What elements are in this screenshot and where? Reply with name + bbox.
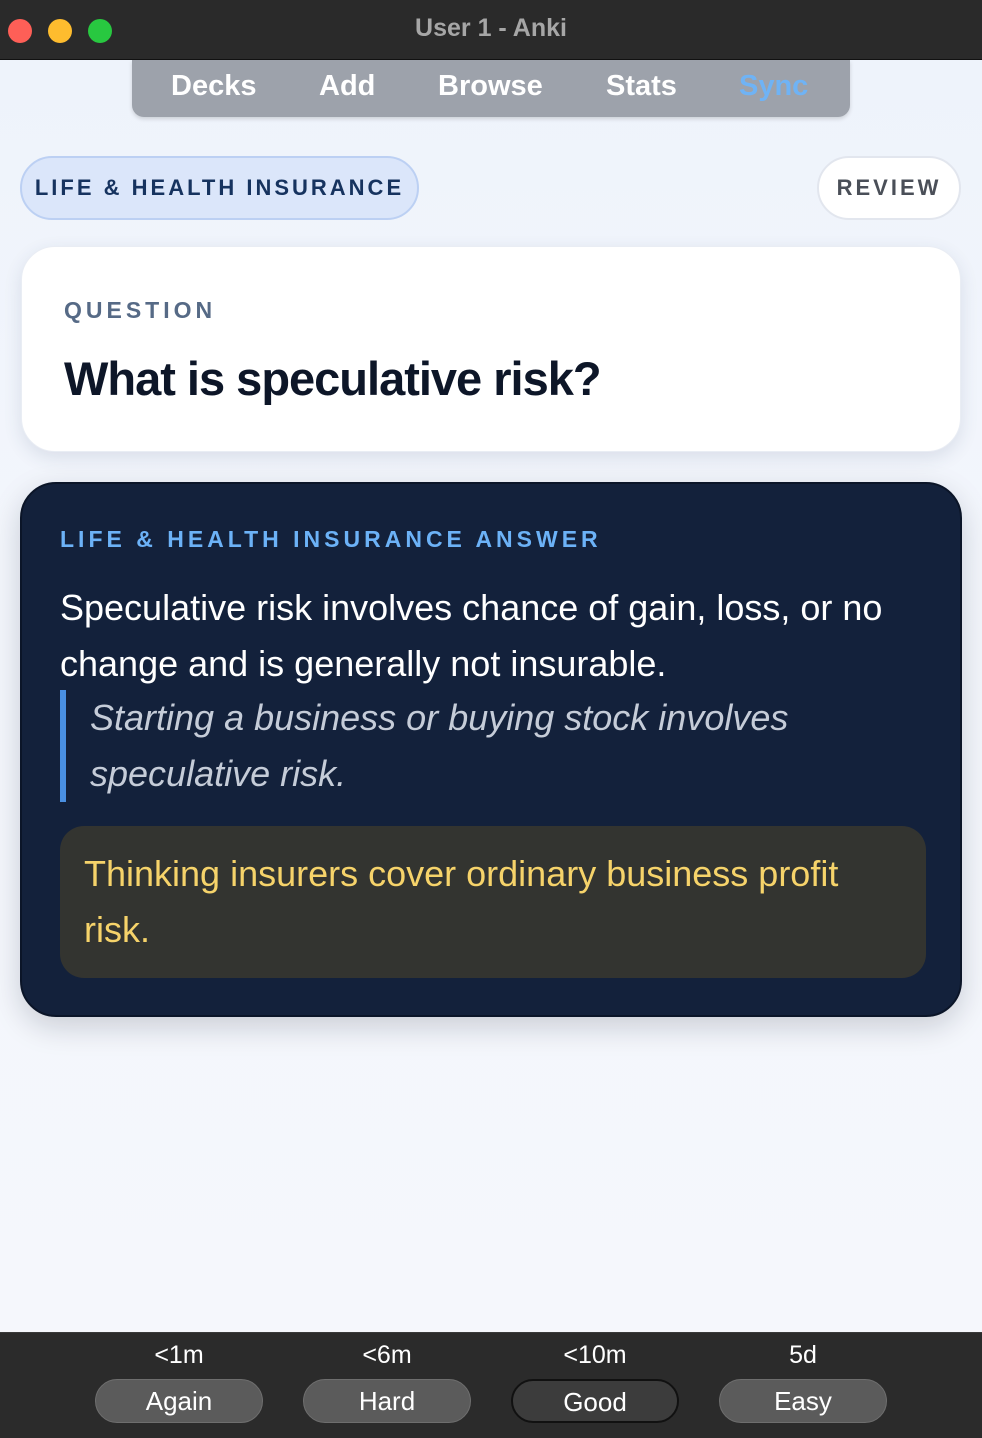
ease-good: <10m Good xyxy=(510,1341,680,1423)
title-bar: User 1 - Anki xyxy=(0,0,982,60)
ease-again: <1m Again xyxy=(94,1341,264,1423)
deck-name-pill: LIFE & HEALTH INSURANCE xyxy=(20,156,419,220)
answer-label: LIFE & HEALTH INSURANCE ANSWER xyxy=(60,526,602,552)
menu-browse[interactable]: Browse xyxy=(438,70,543,103)
good-interval: <10m xyxy=(563,1341,627,1369)
question-card: QUESTION What is speculative risk? xyxy=(21,246,961,452)
answer-card: LIFE & HEALTH INSURANCE ANSWER Speculati… xyxy=(20,482,962,1017)
menu-sync[interactable]: Sync xyxy=(739,70,808,103)
easy-interval: 5d xyxy=(789,1341,817,1369)
again-interval: <1m xyxy=(154,1341,204,1369)
window-title: User 1 - Anki xyxy=(415,14,567,42)
ease-easy: 5d Easy xyxy=(718,1341,888,1423)
easy-button[interactable]: Easy xyxy=(719,1379,887,1423)
review-content: Decks Add Browse Stats Sync LIFE & HEALT… xyxy=(0,60,982,1332)
review-pill: REVIEW xyxy=(817,156,961,220)
answer-pitfall: Thinking insurers cover ordinary busines… xyxy=(60,826,926,978)
menu-stats[interactable]: Stats xyxy=(606,70,677,103)
answer-text: Speculative risk involves chance of gain… xyxy=(60,587,883,684)
again-button[interactable]: Again xyxy=(95,1379,263,1423)
hard-button[interactable]: Hard xyxy=(303,1379,471,1423)
top-menu: Decks Add Browse Stats Sync xyxy=(132,60,850,117)
question-label: QUESTION xyxy=(64,297,217,323)
good-button[interactable]: Good xyxy=(511,1379,679,1423)
answer-example: Starting a business or buying stock invo… xyxy=(60,690,920,802)
hard-interval: <6m xyxy=(362,1341,412,1369)
answer-buttons-bar: <1m Again <6m Hard <10m Good 5d Easy xyxy=(0,1332,982,1438)
menu-decks[interactable]: Decks xyxy=(171,70,256,103)
question-text: What is speculative risk? xyxy=(64,352,602,405)
menu-add[interactable]: Add xyxy=(319,70,375,103)
ease-hard: <6m Hard xyxy=(302,1341,472,1423)
